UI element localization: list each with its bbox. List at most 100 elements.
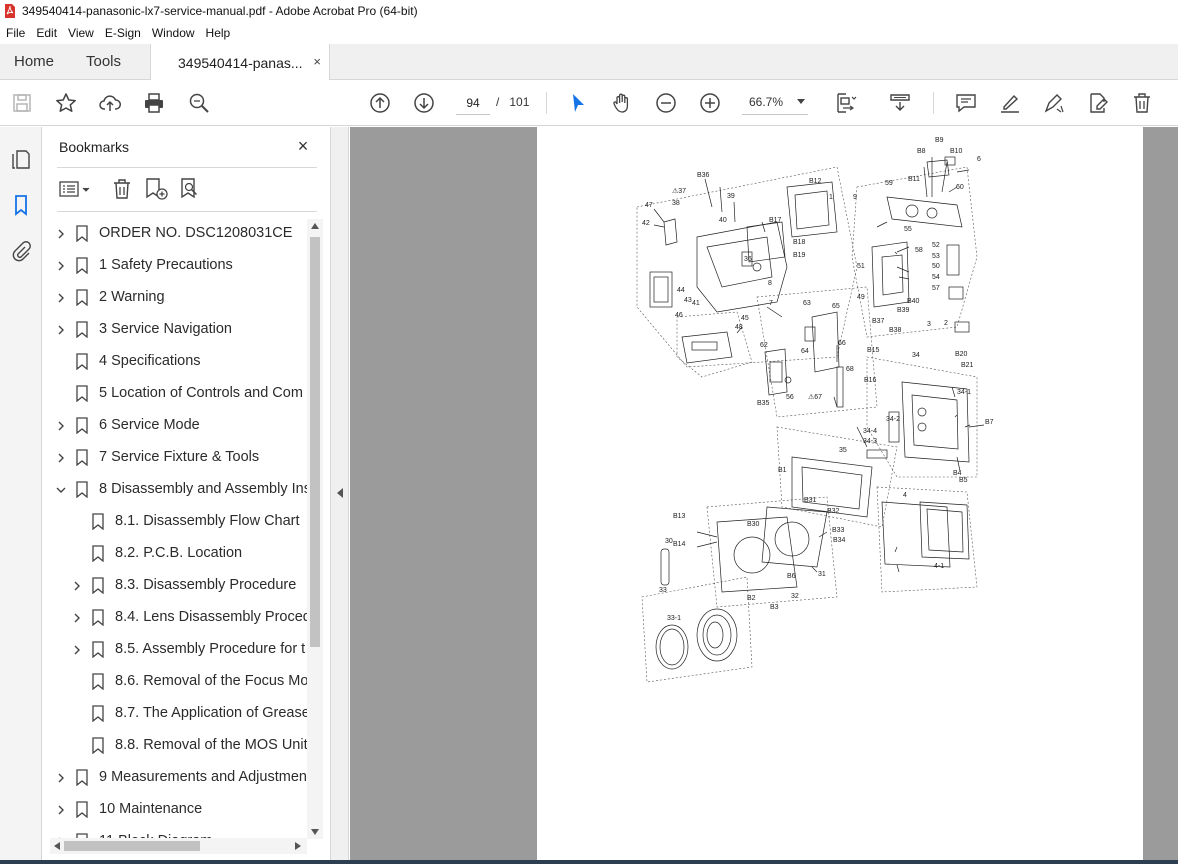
bookmark-item[interactable]: 5 Location of Controls and Com xyxy=(43,378,307,410)
bookmark-label: ORDER NO. DSC1208031CE xyxy=(99,225,293,241)
diagram-callout-label: B1 xyxy=(778,467,787,474)
bookmark-item[interactable]: 10 Maintenance xyxy=(43,794,307,826)
diagram-callout-label: 51 xyxy=(857,263,865,270)
bookmark-item[interactable]: 1 Safety Precautions xyxy=(43,250,307,282)
zoom-out-icon[interactable] xyxy=(654,91,678,115)
tab-tools[interactable]: Tools xyxy=(86,44,121,80)
scroll-left-icon[interactable] xyxy=(54,842,60,850)
document-viewport[interactable]: B9 B8 B10 6 B11 60 59 B36 ⚠37 39 B12 1 9 47 38 40 42 B17 B… xyxy=(350,127,1178,864)
select-cursor-icon[interactable] xyxy=(566,91,590,115)
bookmark-icon xyxy=(76,225,88,242)
chevron-right-icon[interactable] xyxy=(72,613,82,623)
page-total: / 101 xyxy=(496,95,529,109)
diagram-callout-label: 42 xyxy=(642,220,650,227)
menu-file[interactable]: File xyxy=(2,26,29,40)
menu-view[interactable]: View xyxy=(64,26,98,40)
bookmark-vertical-scrollbar[interactable] xyxy=(307,219,323,839)
cloud-upload-icon[interactable] xyxy=(98,91,122,115)
bookmark-icon xyxy=(76,481,88,498)
chevron-down-icon[interactable] xyxy=(56,485,66,495)
star-icon[interactable] xyxy=(54,91,78,115)
search-zoom-icon[interactable] xyxy=(187,91,211,115)
delete-icon[interactable] xyxy=(1130,91,1154,115)
highlight-pen-icon[interactable] xyxy=(998,91,1022,115)
chevron-right-icon[interactable] xyxy=(56,773,66,783)
edit-document-icon[interactable] xyxy=(1086,91,1110,115)
bookmark-item[interactable]: 8.3. Disassembly Procedure xyxy=(43,570,307,602)
bookmark-item[interactable]: 8.7. The Application of Grease xyxy=(43,698,307,730)
menu-edit[interactable]: Edit xyxy=(32,26,61,40)
bookmark-item[interactable]: 8.4. Lens Disassembly Proced xyxy=(43,602,307,634)
sign-pen-icon[interactable] xyxy=(1042,91,1066,115)
bookmark-item[interactable]: 9 Measurements and Adjustmen xyxy=(43,762,307,794)
tab-document[interactable]: 349540414-panas... × xyxy=(150,44,330,81)
chevron-right-icon[interactable] xyxy=(72,645,82,655)
diagram-callout-label: B33 xyxy=(832,527,845,534)
chevron-right-icon[interactable] xyxy=(56,421,66,431)
bookmark-item[interactable]: 7 Service Fixture & Tools xyxy=(43,442,307,474)
panel-divider xyxy=(57,167,317,168)
bookmark-item[interactable]: ORDER NO. DSC1208031CE xyxy=(43,218,307,250)
find-bookmark-icon[interactable] xyxy=(179,177,203,201)
bookmark-item[interactable]: 8.5. Assembly Procedure for t xyxy=(43,634,307,666)
scroll-right-icon[interactable] xyxy=(295,842,301,850)
bookmark-item[interactable]: 6 Service Mode xyxy=(43,410,307,442)
diagram-callout-label: 59 xyxy=(885,180,893,187)
bookmark-item[interactable]: 8.2. P.C.B. Location xyxy=(43,538,307,570)
bookmark-panel-icon[interactable] xyxy=(9,193,33,217)
bookmark-item[interactable]: 4 Specifications xyxy=(43,346,307,378)
print-icon[interactable] xyxy=(142,91,166,115)
hand-tool-icon[interactable] xyxy=(610,91,634,115)
document-tab-label: 349540414-panas... xyxy=(178,54,303,71)
scrolling-mode-icon[interactable] xyxy=(888,91,912,115)
delete-bookmark-icon[interactable] xyxy=(111,177,133,201)
chevron-right-icon[interactable] xyxy=(56,293,66,303)
page-fit-icon[interactable] xyxy=(834,91,858,115)
bookmark-label: 9 Measurements and Adjustmen xyxy=(99,769,307,785)
bookmark-options-menu[interactable] xyxy=(59,177,91,201)
bookmark-item[interactable]: 11 Block Diagram xyxy=(43,826,307,838)
bookmark-item[interactable]: 8.6. Removal of the Focus Mo xyxy=(43,666,307,698)
chevron-right-icon[interactable] xyxy=(56,805,66,815)
chevron-right-icon[interactable] xyxy=(56,453,66,463)
bookmark-horizontal-scrollbar[interactable] xyxy=(50,838,307,854)
chevron-right-icon[interactable] xyxy=(56,261,66,271)
bookmark-item[interactable]: 8 Disassembly and Assembly Ins xyxy=(43,474,307,506)
collapse-panel-icon[interactable] xyxy=(337,488,343,498)
menu-help[interactable]: Help xyxy=(202,26,235,40)
comment-icon[interactable] xyxy=(954,91,978,115)
page-number-input[interactable] xyxy=(456,91,490,115)
close-tab-icon[interactable]: × xyxy=(313,54,321,69)
bookmark-label: 8.4. Lens Disassembly Proced xyxy=(115,609,307,625)
page-thumbnails-icon[interactable] xyxy=(9,147,33,171)
bookmark-item[interactable]: 8.1. Disassembly Flow Chart xyxy=(43,506,307,538)
save-icon[interactable] xyxy=(10,91,34,115)
bookmark-item[interactable]: 8.8. Removal of the MOS Unit xyxy=(43,730,307,762)
new-bookmark-icon[interactable] xyxy=(144,177,168,201)
tab-home[interactable]: Home xyxy=(14,44,54,80)
diagram-callout-label: B21 xyxy=(961,362,974,369)
zoom-in-icon[interactable] xyxy=(698,91,722,115)
next-page-icon[interactable] xyxy=(412,91,436,115)
scroll-thumb[interactable] xyxy=(310,237,320,647)
panel-splitter[interactable] xyxy=(330,127,349,864)
scroll-up-icon[interactable] xyxy=(311,223,319,229)
previous-page-icon[interactable] xyxy=(368,91,392,115)
attachment-icon[interactable] xyxy=(9,239,33,263)
scroll-down-icon[interactable] xyxy=(311,829,319,835)
zoom-level-dropdown[interactable]: 66.7% xyxy=(742,91,808,115)
bookmark-item[interactable]: 2 Warning xyxy=(43,282,307,314)
bookmark-icon xyxy=(92,737,104,754)
close-panel-icon[interactable]: × xyxy=(293,136,313,157)
bookmark-item[interactable]: 3 Service Navigation xyxy=(43,314,307,346)
chevron-right-icon[interactable] xyxy=(56,325,66,335)
menu-window[interactable]: Window xyxy=(148,26,199,40)
menu-esign[interactable]: E-Sign xyxy=(101,26,145,40)
diagram-callout-label: 3 xyxy=(927,321,931,328)
chevron-right-icon[interactable] xyxy=(56,229,66,239)
diagram-callout-label: 30 xyxy=(665,538,673,545)
scroll-thumb[interactable] xyxy=(64,841,200,851)
pdf-page: B9 B8 B10 6 B11 60 59 B36 ⚠37 39 B12 1 9 47 38 40 42 B17 B… xyxy=(537,127,1143,864)
diagram-callout-label: B20 xyxy=(955,351,968,358)
chevron-right-icon[interactable] xyxy=(72,581,82,591)
